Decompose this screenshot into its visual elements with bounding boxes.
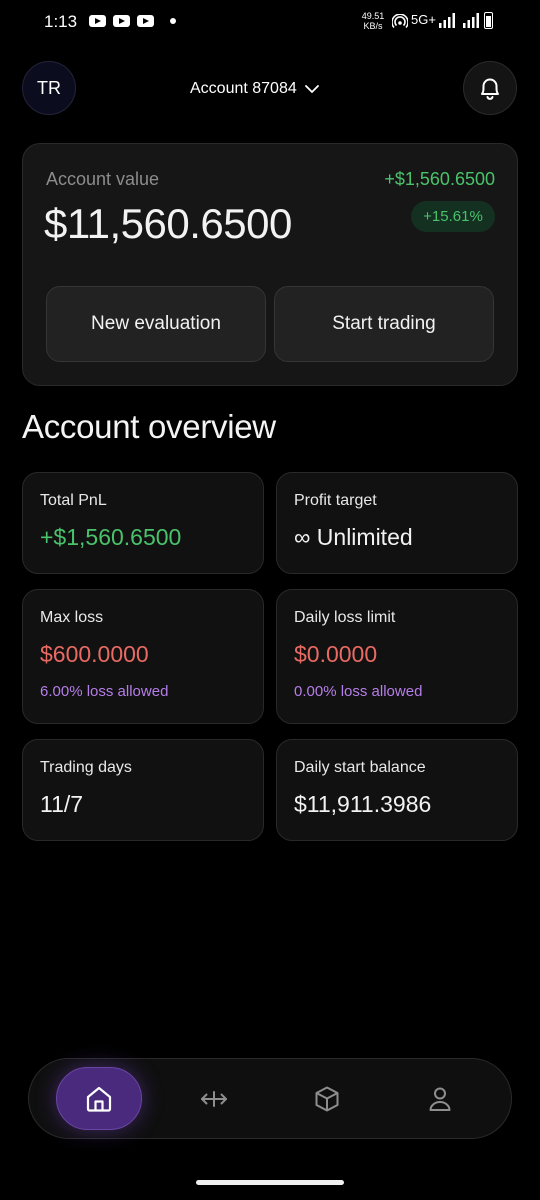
home-indicator[interactable] xyxy=(196,1180,344,1185)
new-evaluation-button[interactable]: New evaluation xyxy=(46,286,266,362)
home-icon xyxy=(86,1086,112,1112)
bell-icon xyxy=(481,78,499,100)
account-value-label: Account value xyxy=(46,169,160,189)
battery-icon xyxy=(484,12,493,29)
total-pnl-card: Total PnL +$1,560.6500 xyxy=(22,472,264,574)
nav-trade[interactable] xyxy=(171,1067,257,1130)
chevron-down-icon xyxy=(304,84,319,93)
youtube-notification-icon xyxy=(113,15,130,27)
status-bar xyxy=(0,0,540,44)
account-overview-title: Account overview xyxy=(22,408,276,445)
trading-days-label: Trading days xyxy=(40,759,132,776)
signal-strength-icon xyxy=(439,13,455,28)
nav-products[interactable] xyxy=(284,1067,370,1130)
profit-target-card: Profit target ∞ Unlimited xyxy=(276,472,518,574)
avatar[interactable]: TR xyxy=(22,61,76,115)
max-loss-card: Max loss $600.0000 6.00% loss allowed xyxy=(22,589,264,724)
account-value-change-percent-badge: +15.61% xyxy=(411,201,495,232)
start-trading-button[interactable]: Start trading xyxy=(274,286,494,362)
max-loss-value: $600.0000 xyxy=(40,641,149,667)
more-notifications-dot-icon xyxy=(170,18,176,24)
daily-loss-limit-card: Daily loss limit $0.0000 0.00% loss allo… xyxy=(276,589,518,724)
youtube-notification-icon xyxy=(137,15,154,27)
daily-loss-limit-value: $0.0000 xyxy=(294,641,378,667)
daily-start-balance-card: Daily start balance $11,911.3986 xyxy=(276,739,518,841)
nav-home[interactable] xyxy=(56,1067,142,1130)
account-value-change: +$1,560.6500 xyxy=(384,169,495,189)
total-pnl-label: Total PnL xyxy=(40,492,107,509)
daily-loss-limit-label: Daily loss limit xyxy=(294,609,396,626)
total-pnl-value: +$1,560.6500 xyxy=(40,524,182,550)
cube-icon xyxy=(315,1086,339,1111)
account-selector[interactable]: Account 87084 xyxy=(190,74,319,104)
nav-profile[interactable] xyxy=(397,1067,483,1130)
profit-target-label: Profit target xyxy=(294,492,377,509)
trading-days-card: Trading days 11/7 xyxy=(22,739,264,841)
youtube-notification-icon xyxy=(89,15,106,27)
daily-start-balance-value: $11,911.3986 xyxy=(294,791,432,817)
avatar-initials: TR xyxy=(37,77,61,98)
profit-target-value: ∞ Unlimited xyxy=(294,524,413,550)
max-loss-allowed: 6.00% loss allowed xyxy=(40,683,169,700)
network-speed: 49.51 KB/s xyxy=(361,11,385,31)
daily-loss-allowed: 0.00% loss allowed xyxy=(294,683,423,700)
trading-days-value: 11/7 xyxy=(40,791,84,817)
daily-start-balance-label: Daily start balance xyxy=(294,759,426,776)
network-type: 5G+ xyxy=(411,12,436,27)
max-loss-label: Max loss xyxy=(40,609,104,626)
swap-arrows-icon xyxy=(201,1090,227,1107)
user-icon xyxy=(429,1087,451,1111)
signal-strength-icon xyxy=(463,13,479,28)
hotspot-icon xyxy=(392,14,408,28)
status-time: 1:13 xyxy=(44,12,78,31)
notifications-button[interactable] xyxy=(463,61,517,115)
account-label: Account 87084 xyxy=(190,80,297,97)
account-value-amount: $11,560.6500 xyxy=(44,200,292,247)
